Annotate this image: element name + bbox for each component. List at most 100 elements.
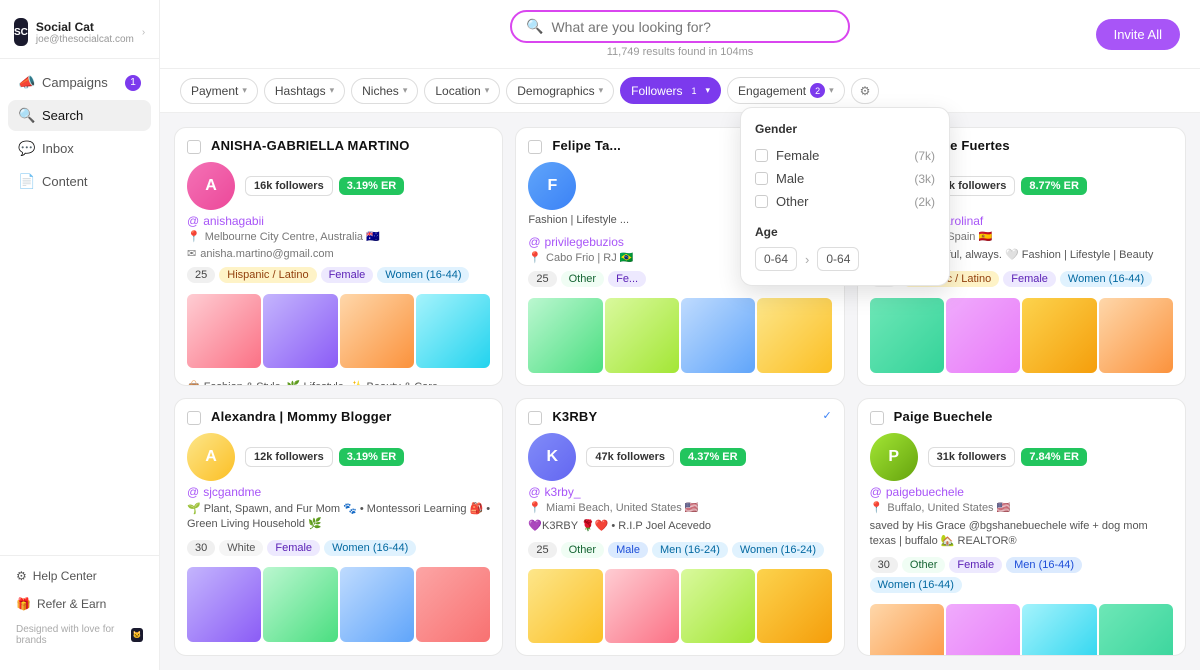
creator-images: [858, 292, 1185, 380]
creator-username[interactable]: @ paigebuechele: [858, 481, 1185, 499]
at-icon: @: [187, 485, 199, 499]
gender-tag: Female: [949, 557, 1002, 573]
filter-demographics[interactable]: Demographics ▾: [506, 78, 614, 104]
ethnicity-tag: Other: [902, 557, 946, 573]
app-logo[interactable]: SC Social Cat joe@thesocialcat.com ›: [0, 12, 159, 59]
creator-image: [605, 298, 679, 372]
creator-image: [1099, 298, 1173, 372]
creator-username[interactable]: @ sjcgandme: [175, 481, 502, 499]
sidebar-item-inbox[interactable]: 💬 Inbox: [8, 133, 151, 164]
gender-other-option[interactable]: Other (2k): [755, 190, 935, 213]
creator-avatar: A: [187, 162, 235, 210]
at-icon: @: [528, 235, 540, 249]
location-pin-icon: 📍: [187, 230, 201, 243]
search-bar[interactable]: 🔍: [510, 10, 850, 43]
filter-followers[interactable]: Followers 1 ▾: [620, 77, 721, 104]
age-range-tag2: Women (16-44): [870, 577, 962, 593]
refer-earn-link[interactable]: 🎁 Refer & Earn: [10, 592, 149, 616]
followers-count: 16k followers: [245, 176, 333, 196]
location-label: Location: [435, 84, 480, 98]
chevron-down-icon: ▾: [330, 85, 335, 96]
creator-image: [870, 298, 944, 372]
creator-categories: 👜Fashion & Style 🌿Lifestyle ✨Beauty & Ca…: [175, 376, 502, 385]
card-checkbox[interactable]: [528, 140, 542, 154]
er-badge: 7.84% ER: [1021, 448, 1087, 466]
ethnicity-tag: Other: [561, 542, 605, 558]
category-tag: 👜Fashion & Style: [187, 380, 281, 385]
creator-image: [870, 604, 944, 656]
age-range-tag: Women (16-44): [1060, 271, 1152, 287]
sidebar-nav: 📣 Campaigns 1 🔍 Search 💬 Inbox 📄 Content: [0, 67, 159, 555]
content-icon: 📄: [18, 173, 34, 190]
gender-female-label: Female: [776, 148, 906, 163]
ethnicity-tag: White: [219, 540, 263, 556]
sidebar-item-campaigns[interactable]: 📣 Campaigns 1: [8, 67, 151, 98]
sidebar-footer: ⚙ Help Center 🎁 Refer & Earn Designed wi…: [0, 555, 159, 658]
card-checkbox[interactable]: [870, 411, 884, 425]
filter-hashtags[interactable]: Hashtags ▾: [264, 78, 345, 104]
er-badge: 4.37% ER: [680, 448, 746, 466]
creator-bio: 💜K3RBY 🌹❤️ • R.I.P Joel Acevedo: [516, 516, 843, 537]
er-badge: 3.19% ER: [339, 177, 405, 195]
creator-location: 📍 Miami Beach, United States 🇺🇸: [516, 499, 843, 516]
creator-image: [340, 294, 414, 368]
chevron-down-icon: ▾: [403, 85, 408, 96]
creator-username[interactable]: @ k3rby_: [516, 481, 843, 499]
creator-image: [416, 294, 490, 368]
header: 🔍 11,749 results found in 104ms Invite A…: [160, 0, 1200, 69]
creator-name: ANISHA-GABRIELLA MARTINO: [211, 138, 490, 153]
sidebar-item-search[interactable]: 🔍 Search: [8, 100, 151, 131]
creator-image: [263, 294, 337, 368]
age-range-tag: Men (16-24): [652, 542, 728, 558]
creators-grid: ANISHA-GABRIELLA MARTINO A 16k followers…: [160, 113, 1200, 670]
gender-female-option[interactable]: Female (7k): [755, 144, 935, 167]
gender-female-checkbox[interactable]: [755, 149, 768, 162]
creator-location: 📍 Melbourne City Centre, Australia 🇦🇺: [175, 228, 502, 245]
age-range-tag: Women (16-44): [324, 540, 416, 556]
followers-label: Followers: [631, 84, 682, 98]
logo-icon: SC: [14, 18, 28, 46]
at-icon: @: [528, 485, 540, 499]
filter-settings-button[interactable]: ⚙: [851, 78, 880, 104]
search-container: 🔍 11,749 results found in 104ms: [510, 10, 850, 58]
sidebar-item-content[interactable]: 📄 Content: [8, 166, 151, 197]
chevron-right-icon: ›: [142, 27, 145, 38]
category-tag: ✈Travel: [691, 385, 733, 386]
card-checkbox[interactable]: [187, 140, 201, 154]
er-badge: 3.19% ER: [339, 448, 405, 466]
creator-tags: 25 Other Male Men (16-24) Women (16-24): [516, 537, 843, 563]
filter-payment[interactable]: Payment ▾: [180, 78, 258, 104]
filter-engagement[interactable]: Engagement 2 ▾: [727, 77, 845, 104]
gender-male-checkbox[interactable]: [755, 172, 768, 185]
search-results-count: 11,749 results found in 104ms: [607, 46, 754, 58]
email-icon: ✉: [187, 247, 196, 260]
age-from-input[interactable]: 0-64: [755, 247, 797, 271]
creator-tags: 25 Hispanic / Latino Female Women (16-44…: [175, 262, 502, 288]
age-to-input[interactable]: 0-64: [817, 247, 859, 271]
audience-age-tag: 25: [187, 267, 215, 283]
card-checkbox[interactable]: [528, 411, 542, 425]
gender-male-option[interactable]: Male (3k): [755, 167, 935, 190]
audience-age-tag: 25: [528, 542, 556, 558]
gender-other-checkbox[interactable]: [755, 195, 768, 208]
help-center-link[interactable]: ⚙ Help Center: [10, 564, 149, 588]
sidebar: SC Social Cat joe@thesocialcat.com › 📣 C…: [0, 0, 160, 670]
category-tag: 🌿Lifestyle: [287, 380, 344, 385]
refer-label: Refer & Earn: [37, 597, 106, 611]
filter-niches[interactable]: Niches ▾: [351, 78, 418, 104]
creator-image: [681, 569, 755, 643]
gender-section-label: Gender: [755, 122, 935, 136]
chevron-down-icon: ▾: [485, 85, 490, 96]
creator-image: [263, 567, 337, 641]
category-tag: 👜Fashion & Style: [870, 385, 964, 386]
gender-male-label: Male: [776, 171, 906, 186]
invite-all-button[interactable]: Invite All: [1096, 19, 1180, 50]
payment-label: Payment: [191, 84, 238, 98]
search-input[interactable]: [551, 19, 834, 35]
chevron-down-icon: ▾: [829, 85, 834, 96]
card-checkbox[interactable]: [187, 411, 201, 425]
filter-bar: Payment ▾ Hashtags ▾ Niches ▾ Location ▾…: [160, 69, 1200, 113]
creator-card-anisha: ANISHA-GABRIELLA MARTINO A 16k followers…: [174, 127, 503, 386]
creator-username[interactable]: @ anishagabii: [175, 210, 502, 228]
filter-location[interactable]: Location ▾: [424, 78, 500, 104]
